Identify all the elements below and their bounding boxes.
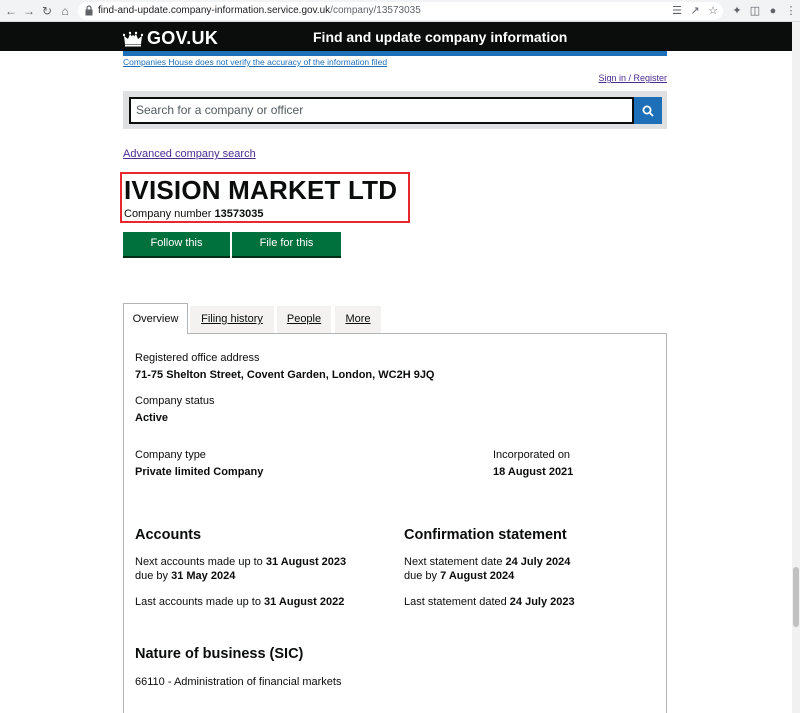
url-domain: find-and-update.company-information.serv…: [98, 5, 331, 16]
accounts-due-label: due by: [135, 570, 169, 582]
share-icon[interactable]: ↗: [688, 4, 702, 18]
crown-icon: [123, 31, 143, 46]
company-number: Company number 13573035: [124, 208, 263, 220]
reload-icon[interactable]: ↻: [40, 4, 54, 18]
company-type-label: Company type: [135, 449, 206, 461]
overview-panel: Registered office address 71-75 Shelton …: [123, 333, 667, 713]
confirmation-next-date: 24 July 2024: [505, 556, 571, 568]
accounts-next-date: 31 August 2023: [265, 556, 347, 568]
accounts-last-label: Last accounts made up to: [135, 596, 261, 608]
search-bar: Search for a company or officer: [123, 91, 667, 129]
sign-in-link[interactable]: Sign in / Register: [598, 73, 667, 83]
search-input[interactable]: Search for a company or officer: [129, 97, 634, 124]
tab-more[interactable]: More: [335, 306, 381, 333]
confirmation-due-date: 7 August 2024: [440, 570, 515, 582]
lock-icon[interactable]: [85, 5, 93, 16]
search-icon: [642, 105, 654, 117]
sic-heading: Nature of business (SIC): [135, 646, 304, 662]
advanced-search-link[interactable]: Advanced company search: [123, 148, 256, 160]
disclaimer-link[interactable]: Companies House does not verify the accu…: [123, 57, 387, 67]
confirmation-next: Next statement date 24 July 2024: [404, 556, 570, 568]
tab-filing-history[interactable]: Filing history: [190, 306, 274, 333]
confirmation-last: Last statement dated 24 July 2023: [404, 596, 575, 608]
confirmation-last-label: Last statement dated: [404, 596, 507, 608]
site-header: GOV.UK Find and update company informati…: [0, 22, 792, 51]
accounts-next: Next accounts made up to 31 August 2023: [135, 556, 346, 568]
accounts-last-date: 31 August 2022: [264, 596, 345, 608]
back-arrow-icon[interactable]: ←: [4, 4, 18, 18]
registered-office-label: Registered office address: [135, 352, 260, 364]
accounts-next-label: Next accounts made up to: [135, 556, 263, 568]
profile-icon[interactable]: ●: [766, 4, 780, 18]
header-blue-bar: [123, 51, 667, 56]
tab-overview[interactable]: Overview: [123, 303, 188, 334]
follow-company-button[interactable]: Follow this company: [123, 232, 230, 272]
service-name[interactable]: Find and update company information: [313, 29, 567, 45]
incorporated-value: 18 August 2021: [493, 466, 574, 478]
tab-people[interactable]: People: [277, 306, 331, 333]
company-number-label: Company number: [124, 208, 212, 220]
file-for-company-button[interactable]: File for this company: [232, 232, 341, 272]
extensions-icon[interactable]: ✦: [730, 4, 744, 18]
accounts-due: due by 31 May 2024: [135, 570, 235, 582]
registered-office-value: 71-75 Shelton Street, Covent Garden, Lon…: [135, 369, 435, 381]
confirmation-last-date: 24 July 2023: [509, 596, 575, 608]
company-status-label: Company status: [135, 395, 215, 407]
translate-icon[interactable]: ☰: [670, 4, 684, 18]
search-button[interactable]: [634, 97, 662, 124]
confirmation-due-label: due by: [404, 570, 438, 582]
forward-arrow-icon[interactable]: →: [22, 4, 36, 18]
company-type-value: Private limited Company: [135, 466, 264, 478]
confirmation-heading: Confirmation statement: [404, 527, 567, 543]
scrollbar-thumb[interactable]: [793, 567, 799, 627]
confirmation-due: due by 7 August 2024: [404, 570, 514, 582]
logo-text: GOV.UK: [147, 28, 219, 48]
accounts-last: Last accounts made up to 31 August 2022: [135, 596, 344, 608]
sic-item: 66110 - Administration of financial mark…: [135, 676, 342, 688]
accounts-due-date: 31 May 2024: [171, 570, 236, 582]
bookmark-star-icon[interactable]: ☆: [706, 4, 720, 18]
browser-toolbar: ← → ↻ ⌂ find-and-update.company-informat…: [0, 0, 800, 22]
home-icon[interactable]: ⌂: [58, 4, 72, 18]
company-number-value: 13573035: [214, 208, 264, 220]
company-name: IVISION MARKET LTD: [124, 175, 398, 205]
menu-icon[interactable]: ⋮: [784, 4, 798, 18]
company-status-value: Active: [135, 412, 169, 424]
page-scrollbar[interactable]: [792, 22, 800, 713]
company-heading-highlight: IVISION MARKET LTD Company number 135730…: [120, 172, 410, 223]
govuk-logo[interactable]: GOV.UK: [123, 28, 218, 49]
accounts-heading: Accounts: [135, 527, 202, 543]
address-bar[interactable]: find-and-update.company-information.serv…: [78, 2, 723, 20]
side-panel-icon[interactable]: ◫: [748, 4, 762, 18]
url-path: /company/13573035: [330, 5, 421, 16]
confirmation-next-label: Next statement date: [404, 556, 503, 568]
incorporated-label: Incorporated on: [493, 449, 571, 461]
